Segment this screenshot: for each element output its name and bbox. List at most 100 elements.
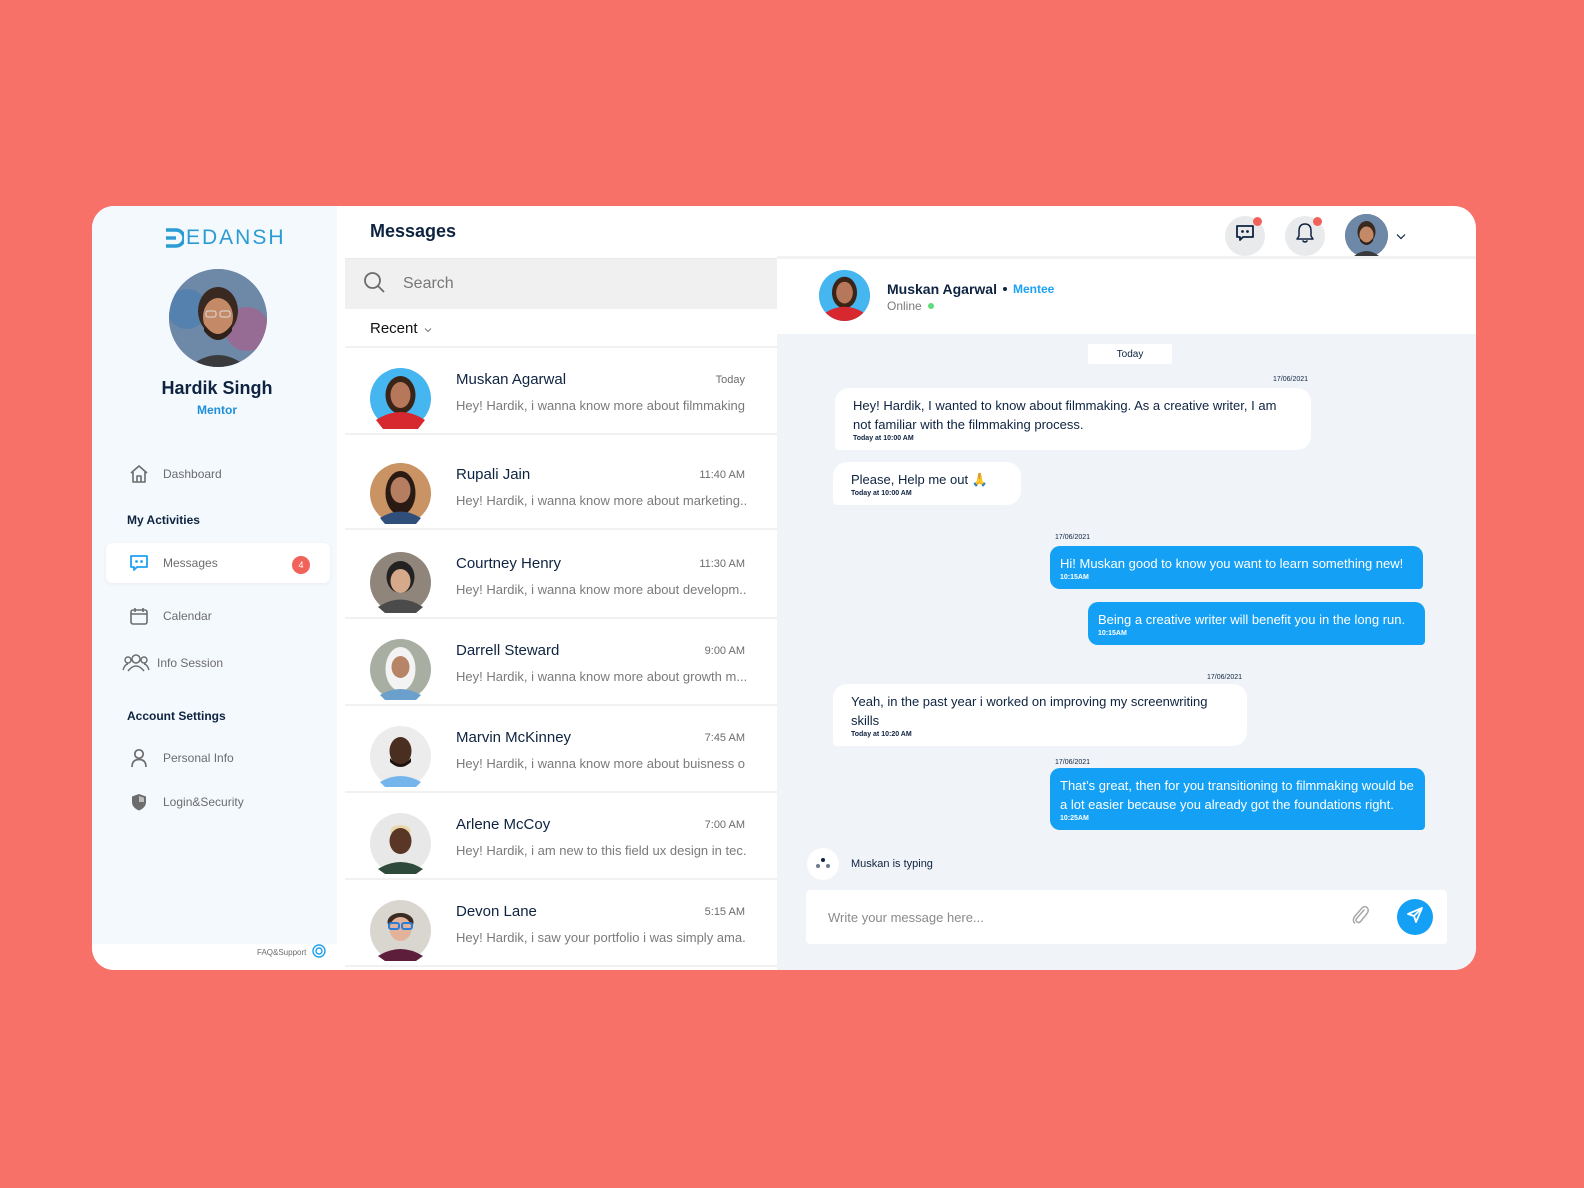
shield-icon bbox=[128, 791, 150, 813]
sidebar-item-login-security[interactable]: Login&Security bbox=[106, 782, 330, 822]
recent-filter-label: Recent bbox=[370, 320, 418, 337]
unread-dot bbox=[1313, 216, 1322, 226]
sidebar-item-messages[interactable]: Messages 4 bbox=[106, 543, 330, 583]
contact-status: Online bbox=[887, 299, 934, 313]
conversation-time: 11:40 AM bbox=[699, 469, 745, 481]
message-date: 17/06/2021 bbox=[1055, 759, 1091, 766]
paperclip-icon bbox=[1350, 904, 1370, 931]
page-title: Messages bbox=[370, 221, 457, 241]
conversation-preview: Hey! Hardik, i wanna know more about gro… bbox=[456, 669, 746, 684]
send-button[interactable] bbox=[1397, 899, 1433, 935]
typing-dots-icon bbox=[807, 848, 839, 880]
chat-header: Muskan Agarwal Mentee Online bbox=[777, 259, 1476, 334]
message-time: 10:15AM bbox=[1098, 630, 1127, 637]
avatar bbox=[370, 639, 431, 700]
conversation-item[interactable]: Muskan Agarwal Today Hey! Hardik, i wann… bbox=[345, 348, 777, 435]
message-time: Today at 10:20 AM bbox=[851, 731, 912, 738]
message-text: Hey! Hardik, I wanted to know about film… bbox=[853, 398, 1277, 432]
message-bubble-outgoing: Hi! Muskan good to know you want to lear… bbox=[1050, 546, 1423, 589]
message-input[interactable] bbox=[828, 909, 1347, 925]
chat-icon bbox=[128, 552, 150, 574]
message-bubble-outgoing: That’s great, then for you transitioning… bbox=[1050, 768, 1425, 830]
faq-label: FAQ&Support bbox=[257, 947, 307, 957]
profile-avatar[interactable] bbox=[169, 269, 267, 367]
user-menu[interactable] bbox=[1345, 214, 1406, 257]
conversation-item[interactable]: Arlene McCoy 7:00 AM Hey! Hardik, i am n… bbox=[345, 793, 777, 880]
avatar bbox=[370, 813, 431, 874]
calendar-icon bbox=[128, 605, 150, 627]
sidebar: EDANSH Hardik Singh Mentor Dashboard My … bbox=[92, 206, 337, 944]
conversation-name: Darrell Steward bbox=[456, 642, 560, 659]
conversation-preview: Hey! Hardik, i wanna know more about dev… bbox=[456, 582, 746, 597]
status-text: Online bbox=[887, 299, 922, 313]
contact-role: Mentee bbox=[1012, 282, 1055, 296]
unread-dot bbox=[1253, 216, 1262, 226]
section-account-settings: Account Settings bbox=[127, 709, 226, 723]
conversation-preview: Hey! Hardik, i wanna know more about bui… bbox=[456, 756, 746, 771]
conversation-item[interactable]: Devon Lane 5:15 AM Hey! Hardik, i saw yo… bbox=[345, 880, 777, 967]
conversation-preview: Hey! Hardik, i am new to this field ux d… bbox=[456, 843, 746, 858]
conversation-name: Devon Lane bbox=[456, 903, 537, 920]
chat-thread: Today 17/06/2021 Hey! Hardik, I wanted t… bbox=[777, 334, 1476, 970]
typing-indicator: Muskan is typing bbox=[807, 848, 933, 880]
chevron-down-icon bbox=[1396, 227, 1406, 245]
bell-icon bbox=[1295, 222, 1315, 249]
message-date: 17/06/2021 bbox=[1207, 674, 1243, 681]
message-text: Being a creative writer will benefit you… bbox=[1098, 612, 1406, 627]
sidebar-item-calendar[interactable]: Calendar bbox=[106, 596, 330, 636]
message-bubble-incoming: Yeah, in the past year i worked on impro… bbox=[833, 684, 1247, 746]
section-my-activities: My Activities bbox=[127, 513, 200, 527]
home-icon bbox=[128, 463, 150, 485]
profile-role: Mentor bbox=[197, 403, 237, 417]
faq-support-link[interactable]: FAQ&Support bbox=[257, 944, 327, 960]
conversation-time: 11:30 AM bbox=[699, 558, 745, 570]
sidebar-item-label: Login&Security bbox=[163, 795, 244, 809]
attach-button[interactable] bbox=[1347, 904, 1373, 930]
chevron-down-icon bbox=[424, 320, 432, 337]
brand-logo[interactable]: EDANSH bbox=[164, 226, 286, 250]
conversation-preview: Hey! Hardik, i wanna know more about fil… bbox=[456, 398, 746, 413]
app-window: EDANSH Hardik Singh Mentor Dashboard My … bbox=[92, 206, 1476, 970]
message-text: Hi! Muskan good to know you want to lear… bbox=[1060, 556, 1404, 571]
avatar bbox=[370, 900, 431, 961]
sidebar-item-dashboard[interactable]: Dashboard bbox=[106, 454, 330, 494]
user-icon bbox=[128, 747, 150, 769]
unread-badge: 4 bbox=[292, 556, 310, 574]
avatar bbox=[370, 368, 431, 429]
sidebar-item-info-session[interactable]: Info Session bbox=[106, 643, 330, 683]
conversation-preview: Hey! Hardik, i saw your portfolio i was … bbox=[456, 930, 746, 945]
contact-name-row: Muskan Agarwal Mentee bbox=[887, 281, 1054, 297]
profile-name: Hardik Singh bbox=[161, 378, 273, 398]
conversation-item[interactable]: Courtney Henry 11:30 AM Hey! Hardik, i w… bbox=[345, 532, 777, 619]
conversation-item[interactable]: Marvin McKinney 7:45 AM Hey! Hardik, i w… bbox=[345, 706, 777, 793]
notifications-button[interactable] bbox=[1285, 215, 1325, 256]
separator-dot bbox=[1002, 287, 1007, 291]
messages-button[interactable] bbox=[1225, 215, 1265, 256]
sidebar-item-personal-info[interactable]: Personal Info bbox=[106, 738, 330, 778]
recent-filter-dropdown[interactable]: Recent bbox=[370, 320, 432, 337]
search-icon[interactable] bbox=[363, 271, 385, 298]
message-time: Today at 10:00 AM bbox=[853, 435, 914, 442]
typing-text: Muskan is typing bbox=[851, 858, 933, 870]
message-time: 10:25AM bbox=[1060, 815, 1089, 822]
message-date: 17/06/2021 bbox=[1055, 534, 1091, 541]
message-text: Yeah, in the past year i worked on impro… bbox=[851, 694, 1208, 728]
contact-name: Muskan Agarwal bbox=[887, 281, 997, 297]
search-bar bbox=[345, 258, 777, 309]
conversation-name: Marvin McKinney bbox=[456, 729, 572, 746]
sidebar-item-label: Dashboard bbox=[163, 467, 222, 481]
message-time: 10:15AM bbox=[1060, 574, 1089, 581]
search-input[interactable] bbox=[403, 275, 743, 293]
avatar bbox=[370, 552, 431, 613]
conversation-item[interactable]: Darrell Steward 9:00 AM Hey! Hardik, i w… bbox=[345, 619, 777, 706]
conversation-time: 5:15 AM bbox=[704, 906, 745, 918]
contact-avatar[interactable] bbox=[819, 270, 870, 321]
conversation-name: Muskan Agarwal bbox=[456, 371, 567, 388]
logo-icon bbox=[164, 228, 186, 248]
users-icon bbox=[122, 652, 150, 674]
message-bubble-outgoing: Being a creative writer will benefit you… bbox=[1088, 602, 1425, 645]
online-indicator bbox=[927, 303, 934, 309]
conversation-item[interactable]: Rupali Jain 11:40 AM Hey! Hardik, i wann… bbox=[345, 443, 777, 530]
conversation-time: 7:00 AM bbox=[704, 819, 745, 831]
message-bubble-incoming: Hey! Hardik, I wanted to know about film… bbox=[835, 388, 1311, 450]
